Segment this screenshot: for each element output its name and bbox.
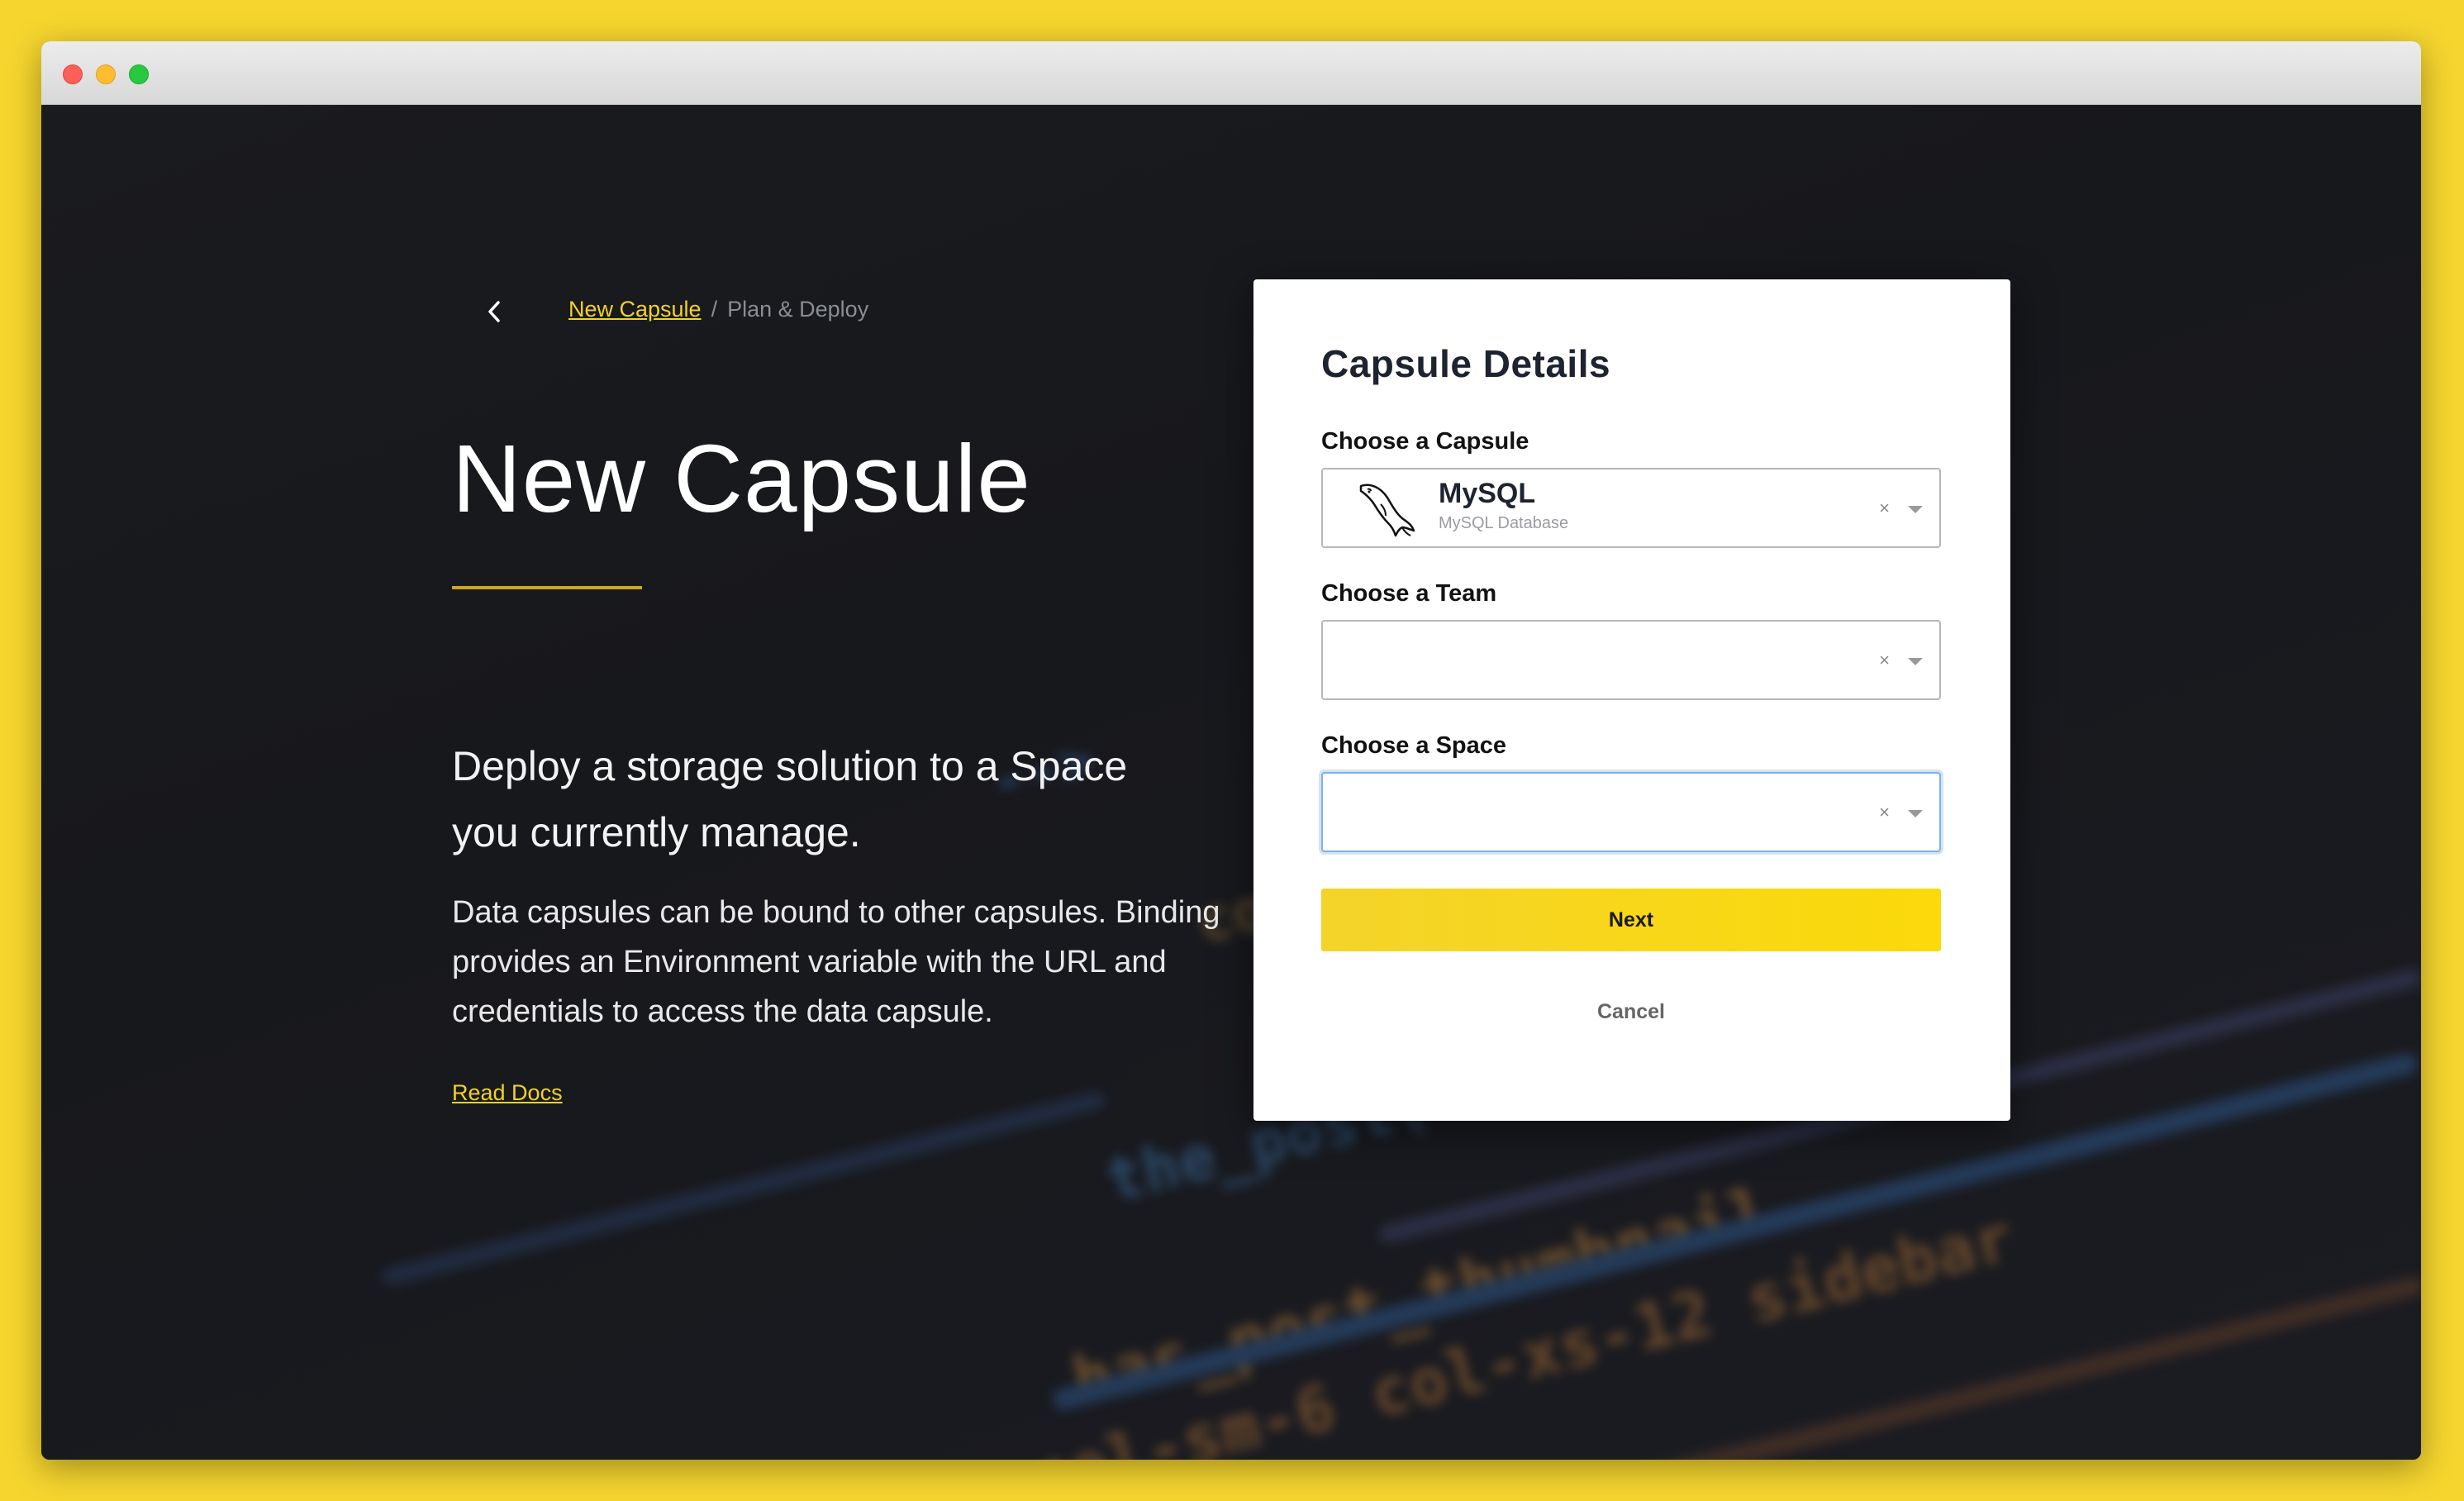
code-background: has_post_thumbnail col-sm-6 col-xs-12 si… <box>41 105 2421 1460</box>
next-button[interactable]: Next <box>1321 889 1941 951</box>
breadcrumb: New Capsule / Plan & Deploy <box>568 297 868 322</box>
title-underline <box>452 586 642 589</box>
browser-window: has_post_thumbnail col-sm-6 col-xs-12 si… <box>41 41 2421 1460</box>
chevron-down-icon[interactable] <box>1908 657 1923 665</box>
space-select[interactable]: × <box>1321 772 1941 852</box>
code-blur-bar <box>1458 1275 2421 1460</box>
capsule-details-card: Capsule Details Choose a Capsule MySQL M… <box>1253 279 2010 1121</box>
code-text: col-sm-6 col-xs-12 sidebar <box>1024 1200 2021 1460</box>
clear-capsule-icon[interactable]: × <box>1879 498 1890 519</box>
read-docs-link[interactable]: Read Docs <box>452 1080 563 1106</box>
capsule-select[interactable]: MySQL MySQL Database × <box>1321 468 1941 548</box>
breadcrumb-link-new-capsule[interactable]: New Capsule <box>568 297 702 322</box>
description-text: Data capsules can be bound to other caps… <box>452 895 1220 1029</box>
selected-capsule-description: MySQL Database <box>1439 514 1569 532</box>
page-title: New Capsule <box>452 425 1031 532</box>
minimize-window-button[interactable] <box>96 64 116 84</box>
code-blur-bar <box>380 1089 1107 1288</box>
clear-team-icon[interactable]: × <box>1879 650 1890 671</box>
chevron-down-icon[interactable] <box>1908 809 1923 817</box>
breadcrumb-item-plan-deploy: Plan & Deploy <box>727 297 869 322</box>
space-field-label: Choose a Space <box>1321 732 1507 759</box>
app-content: has_post_thumbnail col-sm-6 col-xs-12 si… <box>41 105 2421 1460</box>
window-titlebar <box>41 41 2421 105</box>
code-text: has_post_thumbnail <box>1064 1172 1779 1421</box>
maximize-window-button[interactable] <box>129 64 149 84</box>
cancel-button[interactable]: Cancel <box>1321 995 1941 1028</box>
chevron-down-icon[interactable] <box>1908 505 1923 513</box>
close-window-button[interactable] <box>63 64 83 84</box>
back-button[interactable] <box>471 288 517 335</box>
team-field-label: Choose a Team <box>1321 580 1497 607</box>
card-title: Capsule Details <box>1321 342 1611 385</box>
selected-capsule-name: MySQL <box>1439 478 1536 509</box>
capsule-field-label: Choose a Capsule <box>1321 428 1529 455</box>
team-select[interactable]: × <box>1321 620 1941 700</box>
clear-space-icon[interactable]: × <box>1879 802 1890 823</box>
breadcrumb-separator: / <box>711 297 718 322</box>
chevron-left-icon <box>488 301 500 322</box>
mysql-dolphin-icon <box>1359 484 1415 537</box>
lead-text: Deploy a storage solution to a Space you… <box>452 743 1128 855</box>
